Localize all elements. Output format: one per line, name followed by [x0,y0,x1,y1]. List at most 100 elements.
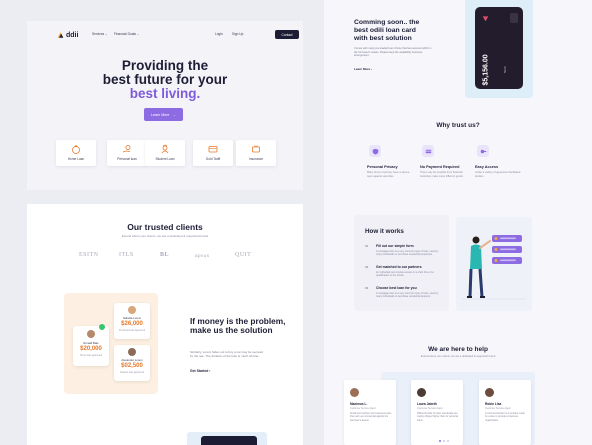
card-promo-learn-more-label: Learn More [354,67,371,71]
avatar [128,348,136,356]
insurance-icon [252,145,260,153]
client-logo: BL [160,252,170,258]
money-paragraph: Similarly, Lorem fallen out to buy a car… [190,350,263,359]
team-role: Customer Service Agent [417,407,443,410]
approval-name: Ronald Bale [83,341,99,345]
loan-tile-label: Personal loan [117,157,137,161]
approval-note: Student loan approved [119,371,145,374]
nav-login[interactable]: Login [215,32,223,36]
team-role: Customer Service Agent [350,407,376,410]
loan-tile-label: Home Loan [67,157,85,161]
step-number: 03 [365,286,369,290]
help-subtitle: Extend about your clients, we are a dedi… [420,355,496,358]
payment-feature-icon [422,145,434,157]
card-promo-paragraph: Comes with many pre-loaded loan choice t… [354,47,432,58]
contact-button[interactable]: Contact [275,30,299,39]
step-text: An individual can provide access in a sh… [376,271,434,278]
team-card: Maximus L. Customer Service Agent Small … [344,380,396,445]
carousel-dots[interactable] [439,440,449,442]
money-heading: If money is the problem, make us the sol… [190,316,286,335]
card-logo-icon [482,16,489,22]
hero-section: ddii Services ⌄ Financial Goals ⌄ Login … [27,21,303,190]
feature-text: There may be possible from financial ins… [420,171,463,178]
team-card: Laura Jabeth Customer Service Agent Diff… [411,380,463,445]
credit-card: $5,156.00 5020 [475,7,523,89]
get-started-link[interactable]: Get Started › [190,369,210,373]
card-promo-title-line1: Comming soon.. the [354,19,420,26]
get-started-label: Get Started [190,369,209,373]
card-promo-title-line3: with best solution [354,35,412,42]
loan-tile-student[interactable]: Student Loan [145,140,185,166]
team-name: Robin Lisa [485,402,502,406]
wallet-icon [208,146,218,153]
step-number: 01 [365,244,369,248]
team-text: Different kinds of loans specifically ar… [417,412,459,422]
learn-more-button[interactable]: Learn More → [144,108,183,121]
step-text: A mortgage loan is a very common type of… [376,292,439,299]
step-title: Get matched to our partners [376,265,422,269]
step-text: A mortgage loan is a very common type of… [376,250,439,257]
client-logo: ITLS [119,252,134,258]
loan-tile-personal[interactable]: Personal loan [107,140,147,166]
client-logo: QUIT [235,252,252,258]
team-text: A commercial loan is a contract made by … [485,412,525,422]
student-icon [161,144,169,154]
loan-tile-insurance[interactable]: Insurance [236,140,276,166]
right-page-section: Comming soon.. the best odili loan card … [324,0,592,445]
loan-tile-home[interactable]: Home Loan [56,140,96,166]
feature-title: No Payment Required [420,165,460,169]
carousel-dot[interactable] [447,440,449,442]
person-pointing-illustration [462,235,526,300]
money-bag-icon [72,145,80,154]
carousel-dot[interactable] [439,440,441,442]
nav-financial-goals[interactable]: Financial Goals ⌄ [114,32,140,36]
card-promo-title-line2: best odili loan card [354,27,416,34]
approval-card: Isabella Lorem $26,000 Personal Loan app… [114,303,150,339]
team-card: Robin Lisa Customer Service Agent A comm… [479,380,531,445]
nav-services[interactable]: Services ⌄ [92,32,108,36]
shield-icon [372,148,378,155]
clients-subtitle: Extend about your clients, we are a dedi… [121,234,209,238]
credit-card-preview [201,436,257,445]
step-title: Fill out our simple form [376,244,414,248]
avatar [350,388,359,397]
approval-amount: $02,500 [121,363,143,369]
hero-title-accent: best living. [129,86,201,101]
privacy-feature-icon [369,145,381,157]
trust-title: Why trust us? [436,122,480,129]
card-payment-icon [425,149,431,153]
team-name: Maximus L. [350,402,368,406]
approval-name: Isabella Lorem [122,316,142,320]
check-icon [99,324,105,330]
carousel-dot[interactable] [443,440,445,442]
help-title: We are here to help [428,346,488,353]
card-promo-learn-more[interactable]: Learn More › [354,67,372,71]
how-it-works-illustration [456,217,532,311]
logo[interactable]: ddii [57,31,78,39]
arrow-right-icon: → [172,112,176,117]
step-title: Choose best loan for you [376,286,417,290]
loan-tile-label: Gold Tariff [205,157,221,161]
step-number: 02 [365,265,369,269]
card-digits: 5020 [503,66,507,73]
how-it-works-card: How it works 01 Fill out our simple form… [354,215,449,311]
client-logo: ESITN [79,252,99,258]
learn-more-label: Learn More [151,112,170,117]
how-title: How it works [365,228,404,235]
loan-tile-label: Student Loan [155,157,175,161]
feature-text: Many forms of privacy have a secure open… [367,171,410,178]
feature-title: Easy Access [475,165,499,169]
avatar [417,388,426,397]
client-logo: apvus [195,253,210,258]
logo-text: ddii [66,31,79,39]
loan-tile-gold[interactable]: Gold Tariff [193,140,233,166]
card-chip [510,13,518,23]
approval-card: Ronald Bale $20,000 Home loan approved [73,324,109,366]
access-feature-icon [477,145,489,157]
team-name: Laura Jabeth [417,402,437,406]
avatar [128,306,136,314]
key-icon [480,149,486,153]
card-amount: $5,156.00 [482,54,490,86]
nav-signup[interactable]: Sign Up [232,32,243,36]
avatar [485,388,494,397]
